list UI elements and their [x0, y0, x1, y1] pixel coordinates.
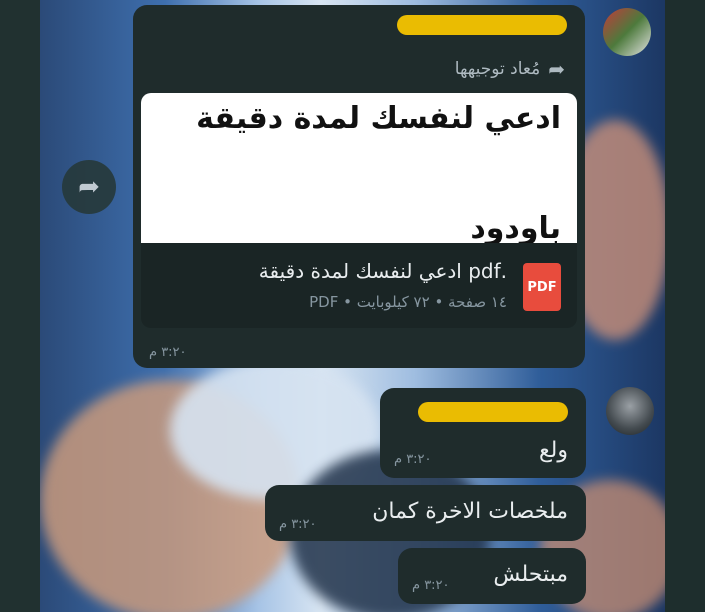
document-preview[interactable]: ادعي لنفسك لمدة دقيقة باودود — [141, 93, 577, 243]
sender-name-redacted — [418, 402, 568, 422]
share-arrow-icon[interactable]: ➦ — [62, 160, 116, 214]
sender-avatar-2[interactable] — [606, 387, 654, 435]
forwarded-pdf-message[interactable]: ➦ مُعاد توجيهها ادعي لنفسك لمدة دقيقة با… — [133, 5, 585, 368]
left-border — [0, 0, 40, 612]
pdf-file-icon: PDF — [523, 263, 561, 311]
message-text: ملخصات الاخرة كمان — [372, 499, 568, 524]
message-time: ٣:٢٠ م — [149, 345, 187, 360]
message-time: ٣:٢٠ م — [394, 452, 432, 467]
message-bubble[interactable]: ملخصات الاخرة كمان ٣:٢٠ م — [265, 485, 586, 541]
forwarded-indicator: ➦ مُعاد توجيهها — [455, 57, 565, 81]
message-bubble[interactable]: ولع ٣:٢٠ م — [380, 388, 586, 478]
file-meta: ١٤ صفحة • ٧٢ كيلوبايت • PDF — [309, 293, 507, 311]
sender-avatar[interactable] — [603, 8, 651, 56]
message-time: ٣:٢٠ م — [279, 517, 317, 532]
sender-name-redacted — [397, 15, 567, 35]
forward-arrow-icon: ➦ — [548, 57, 565, 81]
file-info[interactable]: PDF .pdf ادعي لنفسك لمدة دقيقة ١٤ صفحة •… — [141, 243, 577, 328]
preview-text-cut: باودود — [470, 211, 561, 243]
message-bubble[interactable]: مبتحلش ٣:٢٠ م — [398, 548, 586, 604]
message-time: ٣:٢٠ م — [412, 578, 450, 593]
forwarded-label: مُعاد توجيهها — [454, 59, 541, 79]
message-text: ولع — [538, 438, 568, 463]
right-border — [665, 0, 705, 612]
message-text: مبتحلش — [493, 562, 568, 587]
preview-text: ادعي لنفسك لمدة دقيقة — [196, 101, 561, 136]
chat-screen: ➦ ➦ مُعاد توجيهها ادعي لنفسك لمدة دقيقة … — [0, 0, 705, 612]
file-name: .pdf ادعي لنفسك لمدة دقيقة — [258, 259, 507, 283]
